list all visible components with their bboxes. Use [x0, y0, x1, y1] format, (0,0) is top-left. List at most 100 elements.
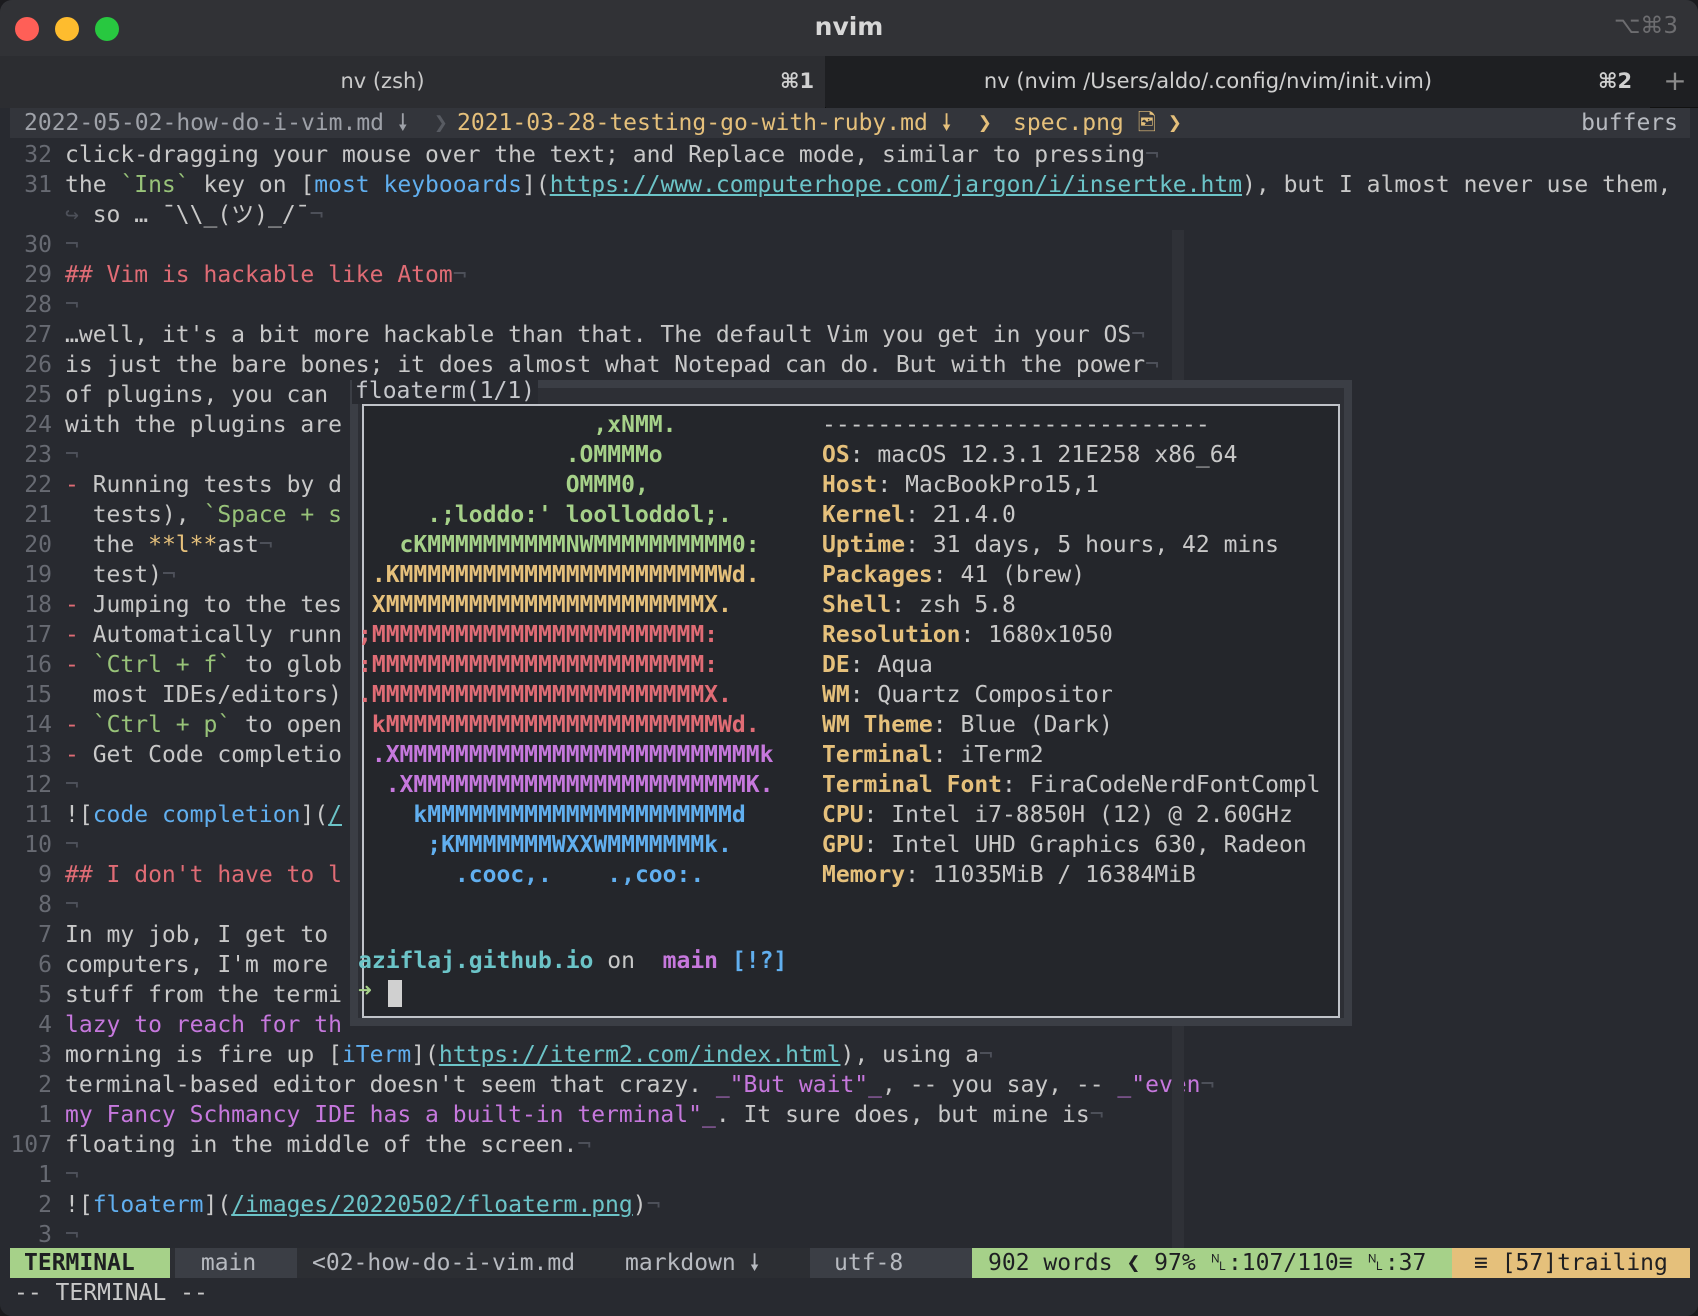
- info-row: Host: MacBookPro15,1: [822, 472, 1099, 498]
- tab-nvim[interactable]: nv (nvim /Users/aldo/.config/nvim/init.v…: [826, 56, 1650, 108]
- info-key: Host: [822, 472, 878, 498]
- prompt-branch: main: [648, 948, 719, 974]
- buffer-tab-vim-post[interactable]: 2022-05-02-how-do-i-vim.md 🠗: [24, 108, 408, 138]
- info-key: Packages: [822, 562, 933, 588]
- line-number: 18: [24, 592, 52, 618]
- tab-zsh[interactable]: nv (zsh) ⌘1: [0, 56, 825, 108]
- position-info: 902 words ❮ 97% ␤:107/110≡ ␤:37: [972, 1248, 1452, 1278]
- line-text: ¬: [65, 892, 79, 918]
- line-text: ¬: [65, 442, 79, 468]
- art-line: ,xNMM.: [358, 412, 677, 438]
- tab-zsh-shortcut: ⌘1: [780, 69, 815, 93]
- art-line: cKMMMMMMMMMMNWMMMMMMMMMM0:: [358, 532, 760, 558]
- statusline: TERMINAL main <02-how-do-i-vim.md markdo…: [10, 1248, 1690, 1278]
- line-text: - `Ctrl + p` to open: [65, 712, 342, 738]
- chevron-right-icon: ❯: [1168, 110, 1182, 136]
- line-text: - Automatically runn: [65, 622, 342, 648]
- mode-indicator: TERMINAL: [10, 1248, 170, 1278]
- art-line: :MMMMMMMMMMMMMMMMMMMMMMMM:: [358, 652, 719, 678]
- line-number: 24: [24, 412, 52, 438]
- line-number: 4: [38, 1012, 52, 1038]
- info-value: Aqua: [877, 652, 933, 678]
- line-number: 21: [24, 502, 52, 528]
- line-number: 8: [38, 892, 52, 918]
- info-value: 31 days, 5 hours, 42 mins: [932, 532, 1279, 558]
- info-value: 41 (brew): [960, 562, 1086, 588]
- line-text: floating in the middle of the screen.¬: [65, 1132, 592, 1158]
- info-row: GPU: Intel UHD Graphics 630, Radeon: [822, 832, 1307, 858]
- art-line: .OMMMMo: [358, 442, 663, 468]
- line-number: 23: [24, 442, 52, 468]
- line-text: In my job, I get to: [65, 922, 329, 948]
- art-line: kMMMMMMMMMMMMMMMMMMMMMMMMWd.: [358, 712, 760, 738]
- command-line[interactable]: -- TERMINAL --: [14, 1280, 208, 1306]
- line-text: the `Ins` key on [most keybooards](https…: [65, 172, 1672, 198]
- info-key: Kernel: [822, 502, 906, 528]
- line-number: 19: [24, 562, 52, 588]
- line-number: 2: [38, 1192, 52, 1218]
- file-type: markdown 🠗: [625, 1250, 760, 1276]
- bufferline: 2022-05-02-how-do-i-vim.md 🠗 ❯ 2021-03-2…: [10, 108, 1690, 138]
- line-text: ¬: [65, 292, 79, 318]
- info-row: CPU: Intel i7-8850H (12) @ 2.60GHz: [822, 802, 1293, 828]
- line-text: is just the bare bones; it does almost w…: [65, 352, 1159, 378]
- new-tab-icon[interactable]: +: [1652, 56, 1698, 108]
- info-key: DE: [822, 652, 850, 678]
- line-text: ¬: [65, 1222, 79, 1248]
- line-text: tests), `Space + s: [65, 502, 342, 528]
- art-line: OMMM0,: [358, 472, 649, 498]
- line-text: ¬: [65, 1162, 79, 1188]
- info-key: OS: [822, 442, 850, 468]
- art-line: kMMMMMMMMMMMMMMMMMMMMMMd: [358, 802, 746, 828]
- terminal-cursor: [388, 980, 402, 1007]
- info-key: Terminal Font: [822, 772, 1003, 798]
- line-number: 2: [38, 1072, 52, 1098]
- info-row: Kernel: 21.4.0: [822, 502, 1016, 528]
- line-text: the **l**ast¬: [65, 532, 273, 558]
- line-text: ¬: [65, 832, 79, 858]
- line-number: 14: [24, 712, 52, 738]
- buffer-tab-ruby-post[interactable]: 2021-03-28-testing-go-with-ruby.md 🠗: [457, 108, 952, 138]
- info-value: 11035MiB / 16384MiB: [932, 862, 1196, 888]
- info-value: macOS 12.3.1 21E258 x86_64: [877, 442, 1238, 468]
- line-text: ¬: [65, 232, 79, 258]
- info-value: zsh 5.8: [918, 592, 1016, 618]
- info-value: Intel i7-8850H (12) @ 2.60GHz: [891, 802, 1293, 828]
- line-text: - `Ctrl + f` to glob: [65, 652, 342, 678]
- line-number: 17: [24, 622, 52, 648]
- art-line: .cooc,. .,coo:.: [358, 862, 705, 888]
- git-branch: main: [175, 1248, 297, 1278]
- line-number: 26: [24, 352, 52, 378]
- info-key: CPU: [822, 802, 864, 828]
- line-number: 11: [24, 802, 52, 828]
- tab-zsh-label: nv (zsh): [340, 69, 425, 93]
- info-key: Uptime: [822, 532, 906, 558]
- line-number: 20: [24, 532, 52, 558]
- line-number: 13: [24, 742, 52, 768]
- info-value: Quartz Compositor: [877, 682, 1113, 708]
- art-line: .XMMMMMMMMMMMMMMMMMMMMMMMMMMk: [358, 742, 774, 768]
- info-value: MacBookPro15,1: [905, 472, 1099, 498]
- line-text: test)¬: [65, 562, 176, 588]
- line-text: ![floaterm](/images/20220502/floaterm.pn…: [65, 1192, 661, 1218]
- tab-nvim-label: nv (nvim /Users/aldo/.config/nvim/init.v…: [983, 69, 1433, 93]
- info-row: Terminal: iTerm2: [822, 742, 1044, 768]
- line-text: ¬: [65, 772, 79, 798]
- window-shortcut: ⌥⌘3: [1613, 13, 1678, 39]
- info-row: DE: Aqua: [822, 652, 933, 678]
- art-line: .;loddo:' loolloddol;.: [358, 502, 732, 528]
- line-number: 7: [38, 922, 52, 948]
- line-number: 6: [38, 952, 52, 978]
- info-key: Shell: [822, 592, 892, 618]
- line-text: - Jumping to the tes: [65, 592, 342, 618]
- line-text: with the plugins are: [65, 412, 342, 438]
- info-row: WM Theme: Blue (Dark): [822, 712, 1113, 738]
- line-number: 1: [38, 1102, 52, 1128]
- buffer-tab-spec-png[interactable]: spec.png 🖻: [1013, 108, 1156, 138]
- info-value: iTerm2: [960, 742, 1044, 768]
- line-text: ## Vim is hackable like Atom¬: [65, 262, 467, 288]
- info-key: Memory: [822, 862, 906, 888]
- line-number: 25: [24, 382, 52, 408]
- line-text: lazy to reach for th: [65, 1012, 342, 1038]
- line-text: my Fancy Schmancy IDE has a built-in ter…: [65, 1102, 1104, 1128]
